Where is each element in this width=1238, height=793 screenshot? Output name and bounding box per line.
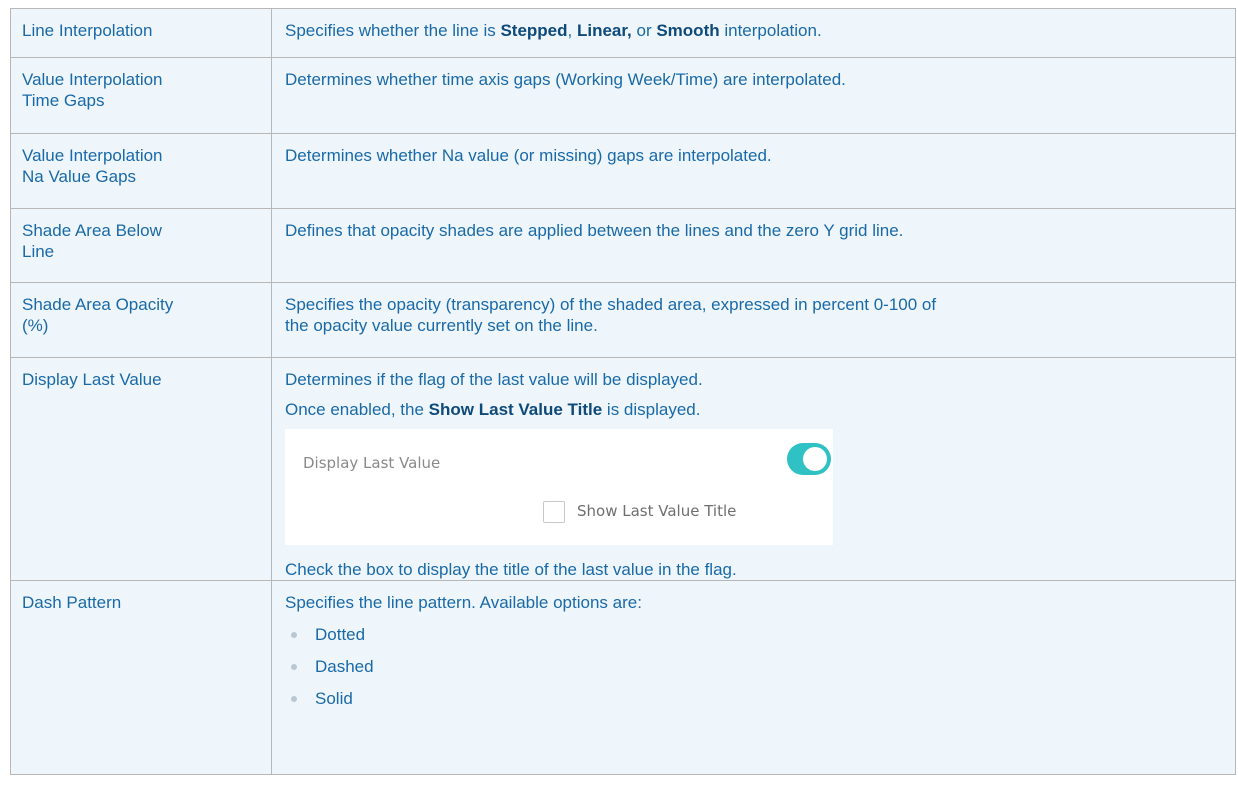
show-last-value-title-label: Show Last Value Title (577, 502, 737, 520)
table-row: Value Interpolation Na Value Gaps Determi… (10, 133, 1236, 209)
name-line: Shade Area Below (22, 221, 162, 240)
desc-text: Determines if the flag of the last value… (285, 370, 703, 389)
property-description: Determines whether Na value (or missing)… (271, 133, 1236, 209)
property-name: Dash Pattern (10, 580, 272, 775)
name-line: Na Value Gaps (22, 167, 137, 186)
desc-text: or (631, 21, 657, 40)
desc-text: interpolation. (719, 21, 822, 40)
property-description: Specifies the opacity (transparency) of … (271, 282, 1236, 358)
property-name: Shade Area Opacity (%) (10, 282, 272, 358)
table-row: Value Interpolation Time Gaps Determines … (10, 57, 1236, 134)
property-description: Determines whether time axis gaps (Worki… (271, 57, 1236, 134)
name-line: Value Interpolation (22, 70, 163, 89)
property-name: Value Interpolation Na Value Gaps (10, 133, 272, 209)
list-item: Dotted (285, 624, 1219, 645)
property-name: Value Interpolation Time Gaps (10, 57, 272, 134)
name-line: Shade Area Opacity (22, 295, 174, 314)
table-row: Display Last Value Determines if the fla… (10, 357, 1236, 581)
desc-text: Specifies whether the line is (285, 21, 501, 40)
properties-table: Line Interpolation Specifies whether the… (10, 8, 1236, 775)
table-row: Dash Pattern Specifies the line pattern.… (10, 580, 1236, 775)
property-name: Shade Area Below Line (10, 208, 272, 283)
table-row: Shade Area Below Line Defines that opacit… (10, 208, 1236, 283)
desc-text: Once enabled, the (285, 400, 429, 419)
name-line: Value Interpolation (22, 146, 163, 165)
desc-line: the opacity value currently set on the l… (285, 316, 598, 335)
dash-pattern-options: Dotted Dashed Solid (285, 624, 1219, 709)
keyword-show-last-value-title: Show Last Value Title (428, 400, 603, 419)
desc-text: Check the box to display the title of th… (285, 560, 737, 579)
keyword-linear: Linear, (576, 21, 632, 40)
property-description: Specifies the line pattern. Available op… (271, 580, 1236, 775)
table-row: Line Interpolation Specifies whether the… (10, 8, 1236, 58)
property-description: Defines that opacity shades are applied … (271, 208, 1236, 283)
list-item: Solid (285, 688, 1219, 709)
table-row: Shade Area Opacity (%) Specifies the opac… (10, 282, 1236, 358)
property-description: Determines if the flag of the last value… (271, 357, 1236, 581)
name-line: Line (22, 242, 55, 261)
name-line: (%) (22, 316, 49, 335)
property-name: Line Interpolation (10, 8, 272, 58)
name-line: Time Gaps (22, 91, 105, 110)
property-description: Specifies whether the line is Stepped, L… (271, 8, 1236, 58)
toggle-knob (803, 447, 827, 471)
keyword-stepped: Stepped (500, 21, 568, 40)
keyword-smooth: Smooth (656, 21, 720, 40)
desc-text: is displayed. (602, 400, 701, 419)
desc-text: Once enabled, the Show Last Value Title … (285, 399, 1219, 420)
settings-screenshot: Display Last Value Show Last Value Title (285, 429, 833, 545)
show-last-value-title-checkbox[interactable] (543, 501, 565, 523)
desc-text: , (567, 21, 577, 40)
display-last-value-label: Display Last Value (303, 454, 441, 472)
desc-line: Specifies the opacity (transparency) of … (285, 295, 937, 314)
property-name: Display Last Value (10, 357, 272, 581)
display-last-value-toggle[interactable] (787, 443, 831, 475)
desc-text: Specifies the line pattern. Available op… (285, 593, 642, 612)
list-item: Dashed (285, 656, 1219, 677)
